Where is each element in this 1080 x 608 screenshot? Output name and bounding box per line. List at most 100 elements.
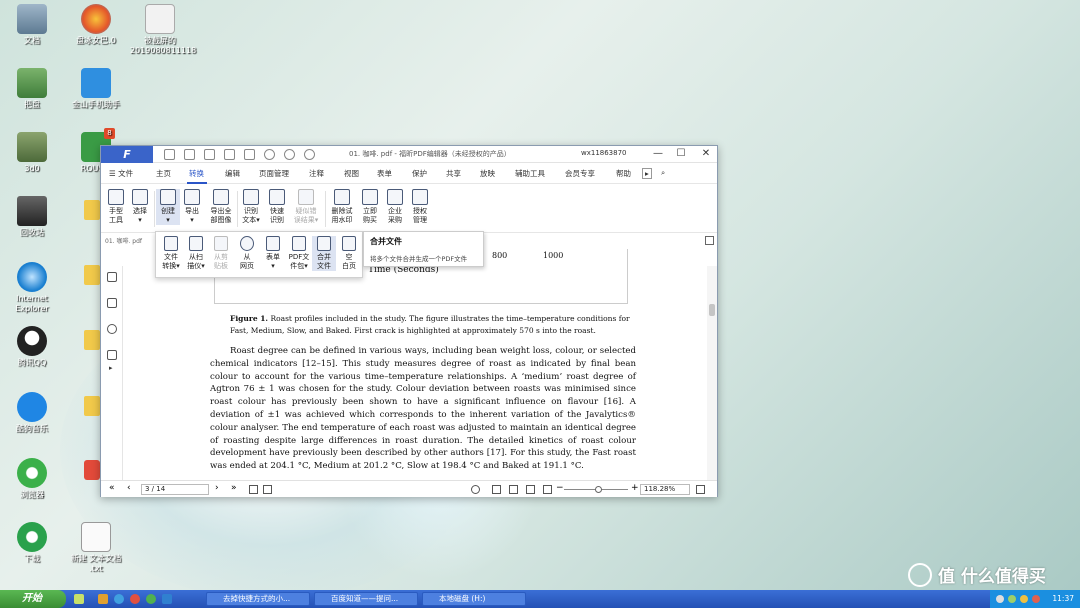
menu-assist-tools[interactable]: 辅助工具: [515, 168, 545, 179]
comment-icon[interactable]: [107, 324, 117, 334]
document-tab[interactable]: 01. 咖啡. pdf: [105, 236, 142, 245]
save-icon[interactable]: [184, 149, 195, 160]
close-button[interactable]: ✕: [697, 147, 715, 161]
desktop-icon-screenshot[interactable]: 被截屏的 2019080811118: [130, 4, 196, 56]
zoom-slider-knob[interactable]: [595, 486, 602, 493]
export-all-images-button[interactable]: 导出全 部图像: [207, 189, 235, 225]
pages-icon[interactable]: [107, 298, 117, 308]
menu-page-manage[interactable]: 页面管理: [259, 168, 289, 179]
properties-icon[interactable]: [224, 149, 235, 160]
menu-comment[interactable]: 注释: [309, 168, 324, 179]
quicklaunch-icon[interactable]: [114, 594, 124, 604]
expand-panel-icon[interactable]: ▸: [109, 364, 113, 372]
hand-dropdown-icon[interactable]: [304, 149, 315, 160]
desktop-icon-folder[interactable]: 把盘: [2, 68, 62, 110]
minimize-button[interactable]: —: [649, 147, 667, 161]
redo-icon[interactable]: [284, 149, 295, 160]
new-icon[interactable]: [244, 149, 255, 160]
menu-member[interactable]: 会员专享: [565, 168, 595, 179]
merge-files-button[interactable]: 合并 文件: [312, 236, 336, 271]
panel-toggle-icon[interactable]: [705, 236, 714, 245]
desktop-icon-download[interactable]: 下载: [2, 522, 62, 564]
tray-icon[interactable]: [1008, 595, 1016, 603]
menu-home[interactable]: 主页: [156, 168, 171, 179]
last-page-button[interactable]: »: [231, 483, 237, 493]
menu-convert[interactable]: 转换: [189, 168, 204, 179]
license-manage-button[interactable]: 授权 管理: [408, 189, 432, 225]
desktop-icon-kingsoft-phone[interactable]: 金山手机助手: [66, 68, 126, 110]
tray-icon[interactable]: [996, 595, 1004, 603]
from-scanner-button[interactable]: 从扫 描仪▾: [184, 236, 208, 271]
desktop-icon-computer[interactable]: 3d0: [2, 132, 62, 174]
quicklaunch-icon[interactable]: [130, 594, 140, 604]
from-webpage-button[interactable]: 从 网页: [235, 236, 259, 271]
menu-more-button[interactable]: ▸: [642, 168, 652, 179]
start-button[interactable]: 开始: [0, 590, 66, 608]
page-number-input[interactable]: 3 / 14: [141, 484, 209, 495]
menu-form[interactable]: 表单: [377, 168, 392, 179]
menu-protect[interactable]: 保护: [412, 168, 427, 179]
pdf-package-button[interactable]: PDF文 件包▾: [286, 236, 312, 271]
scroll-thumb[interactable]: [709, 304, 715, 316]
vertical-scrollbar[interactable]: [707, 266, 717, 480]
attachment-icon[interactable]: [107, 350, 117, 360]
desktop-icon-browser[interactable]: 浏览器: [2, 458, 62, 500]
facing-page-icon[interactable]: [526, 485, 535, 494]
quicklaunch-icon[interactable]: [146, 594, 156, 604]
enterprise-purchase-button[interactable]: 企业 采购: [383, 189, 407, 225]
tray-icon[interactable]: [1032, 595, 1040, 603]
fullscreen-icon[interactable]: [696, 485, 705, 494]
zoom-level-input[interactable]: 118.28%: [640, 484, 690, 495]
maximize-button[interactable]: ☐: [672, 147, 690, 161]
menu-help[interactable]: 帮助: [616, 168, 631, 179]
desktop-icon-ie[interactable]: Internet Explorer: [2, 262, 62, 314]
menu-file[interactable]: ☰ 文件: [109, 168, 133, 179]
prev-page-button[interactable]: ‹: [127, 483, 131, 493]
folder-icon[interactable]: [84, 330, 100, 350]
remove-watermark-button[interactable]: 删除试 用水印: [328, 189, 356, 225]
blank-page-button[interactable]: 空 白页: [337, 236, 361, 271]
from-file-button[interactable]: 文件 转换▾: [159, 236, 183, 271]
continuous-page-icon[interactable]: [509, 485, 518, 494]
folder-icon[interactable]: [84, 265, 100, 285]
single-page-icon[interactable]: [492, 485, 501, 494]
desktop-icon-app[interactable]: 盘冰女巴.0: [66, 4, 126, 46]
taskbar-item-explorer[interactable]: 去掉快捷方式的小...: [206, 592, 310, 606]
from-clipboard-button[interactable]: 从剪 贴板: [209, 236, 233, 271]
quicklaunch-icon[interactable]: [162, 594, 172, 604]
next-page-button[interactable]: ›: [215, 483, 219, 493]
form-button[interactable]: 表单 ▾: [261, 236, 285, 271]
bookmark-icon[interactable]: [107, 272, 117, 282]
open-icon[interactable]: [164, 149, 175, 160]
menu-slideshow[interactable]: 放映: [480, 168, 495, 179]
create-button[interactable]: 创建 ▾: [156, 189, 180, 225]
folder-icon[interactable]: [84, 396, 100, 416]
tray-icon[interactable]: [1020, 595, 1028, 603]
quicklaunch-icon[interactable]: [98, 594, 108, 604]
print-icon[interactable]: [204, 149, 215, 160]
menu-share[interactable]: 共享: [446, 168, 461, 179]
menu-edit[interactable]: 编辑: [225, 168, 240, 179]
search-icon[interactable]: ⌕: [661, 168, 665, 178]
ocr-text-button[interactable]: 识别 文本▾: [239, 189, 263, 225]
hand-tool-button[interactable]: 手型 工具: [104, 189, 128, 225]
quicklaunch-icon[interactable]: [74, 594, 84, 604]
first-page-button[interactable]: «: [109, 483, 115, 493]
desktop-icon-textfile[interactable]: 新建 文本文档 .txt: [66, 522, 126, 574]
select-tool-button[interactable]: 选择 ▾: [128, 189, 152, 225]
menu-view[interactable]: 视图: [344, 168, 359, 179]
clock[interactable]: 11:37: [1052, 594, 1074, 603]
folder-icon[interactable]: [84, 200, 100, 220]
desktop-icon-qq[interactable]: 腾讯QQ: [2, 326, 62, 368]
zoom-in-button[interactable]: +: [631, 483, 639, 493]
desktop-icon-recycle-bin[interactable]: 回收站: [2, 196, 62, 238]
buy-now-button[interactable]: 立即 购买: [358, 189, 382, 225]
desktop-icon-kugou[interactable]: 酷狗音乐: [2, 392, 62, 434]
view-mode-icon[interactable]: [249, 485, 258, 494]
taskbar-item-baidu[interactable]: 百度知道——提问...: [314, 592, 418, 606]
desktop-icon-documents[interactable]: 文档: [2, 4, 62, 46]
undo-icon[interactable]: [264, 149, 275, 160]
app-icon[interactable]: [84, 460, 100, 480]
read-mode-icon[interactable]: [471, 485, 480, 494]
continuous-facing-icon[interactable]: [543, 485, 552, 494]
